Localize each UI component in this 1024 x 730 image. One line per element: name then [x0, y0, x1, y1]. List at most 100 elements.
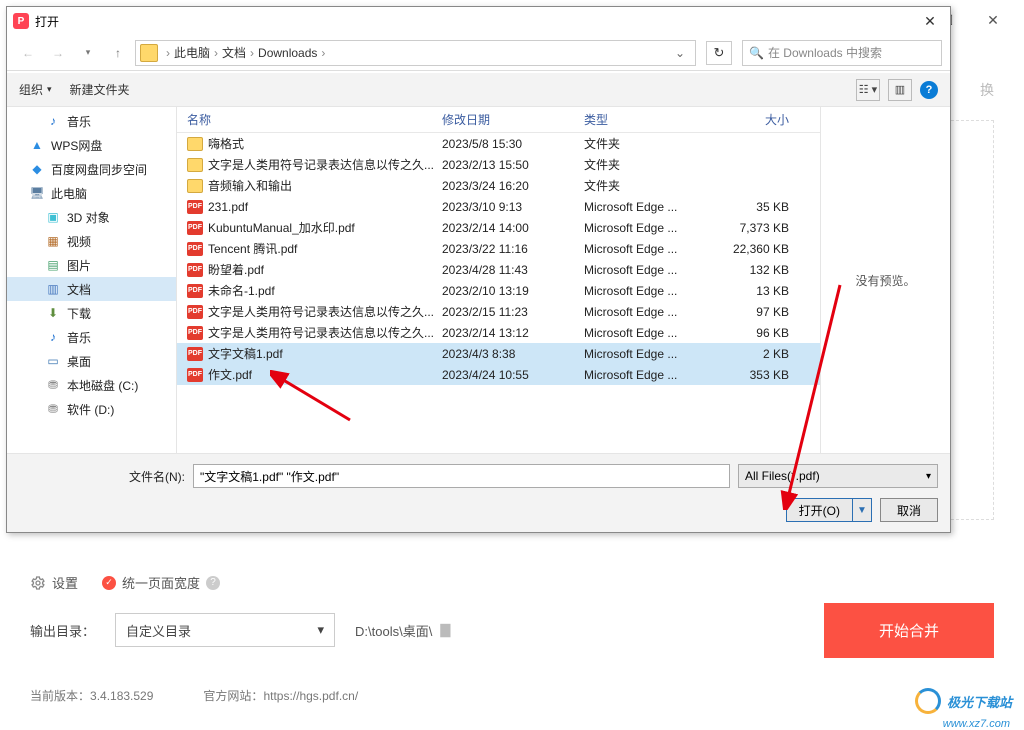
pdf-icon: PDF	[187, 221, 203, 235]
folder-icon[interactable]: ▇	[440, 622, 450, 638]
filename-input[interactable]	[193, 464, 730, 488]
view-mode-button[interactable]: ☷ ▾	[856, 79, 880, 101]
bg-status-bar: 当前版本：3.4.183.529 官方网站：https://hgs.pdf.cn…	[30, 687, 994, 704]
output-mode-select[interactable]: 自定义目录 ▾	[115, 613, 335, 647]
file-row[interactable]: PDF未命名-1.pdf2023/2/10 13:19Microsoft Edg…	[177, 280, 820, 301]
file-row[interactable]: 音频输入和输出2023/3/24 16:20文件夹	[177, 175, 820, 196]
organize-button[interactable]: 组织▾	[19, 81, 52, 98]
sidebar-item-3d[interactable]: ▣3D 对象	[7, 205, 176, 229]
dl-icon: ⬇	[45, 305, 61, 321]
open-button[interactable]: 打开(O) ▼	[786, 498, 872, 522]
pdf-icon: PDF	[187, 347, 203, 361]
crumb-downloads[interactable]: Downloads	[258, 46, 317, 60]
dialog-close-button[interactable]: ✕	[916, 10, 944, 32]
filename-label: 文件名(N):	[129, 468, 185, 485]
file-type: Microsoft Edge ...	[584, 221, 729, 235]
sidebar-item-desk[interactable]: ▭桌面	[7, 349, 176, 373]
breadcrumb[interactable]: › 此电脑 › 文档 › Downloads › ⌄	[135, 40, 696, 66]
file-row[interactable]: PDFTencent 腾讯.pdf2023/3/22 11:16Microsof…	[177, 238, 820, 259]
file-date: 2023/3/24 16:20	[442, 179, 584, 193]
chevron-down-icon[interactable]: ▼	[853, 499, 871, 521]
dialog-footer: 文件名(N): All Files(*.pdf)▾ 打开(O) ▼ 取消	[7, 453, 950, 532]
file-row[interactable]: 文字是人类用符号记录表达信息以传之久...2023/2/13 15:50文件夹	[177, 154, 820, 175]
bg-uniform-width-toggle[interactable]: ✓ 统一页面宽度 ?	[102, 573, 220, 592]
output-mode-value: 自定义目录	[126, 621, 191, 640]
baidu-icon: ◆	[29, 161, 45, 177]
search-input[interactable]: 🔍 在 Downloads 中搜索	[742, 40, 942, 66]
pdf-icon: PDF	[187, 242, 203, 256]
col-type[interactable]: 类型	[584, 111, 729, 128]
start-merge-button[interactable]: 开始合并	[824, 603, 994, 658]
pdf-icon: PDF	[187, 305, 203, 319]
cancel-button[interactable]: 取消	[880, 498, 938, 522]
chevron-down-icon[interactable]: ⌄	[669, 46, 691, 60]
file-open-dialog: P 打开 ✕ ← → ▾ ↑ › 此电脑 › 文档 › Downloads › …	[6, 6, 951, 533]
col-size[interactable]: 大小	[729, 111, 809, 128]
file-type-filter[interactable]: All Files(*.pdf)▾	[738, 464, 938, 488]
chevron-down-icon: ▾	[317, 622, 324, 638]
nav-back-button[interactable]: ←	[15, 41, 41, 65]
search-icon: 🔍	[749, 46, 764, 60]
dialog-titlebar: P 打开 ✕	[7, 7, 950, 35]
file-size: 353 KB	[729, 368, 809, 382]
help-icon[interactable]: ?	[206, 576, 220, 590]
bg-settings-button[interactable]: 设置	[30, 573, 78, 592]
sidebar-item-disk[interactable]: ⛃软件 (D:)	[7, 397, 176, 421]
sidebar-item-wps[interactable]: ▲WPS网盘	[7, 133, 176, 157]
bg-close-button[interactable]: ✕	[970, 4, 1016, 36]
file-type: 文件夹	[584, 177, 729, 194]
file-row[interactable]: PDF231.pdf2023/3/10 9:13Microsoft Edge .…	[177, 196, 820, 217]
file-size: 96 KB	[729, 326, 809, 340]
col-name[interactable]: 名称	[187, 111, 442, 128]
file-name: 盼望着.pdf	[208, 261, 264, 278]
bg-right-caret: 换	[980, 80, 994, 100]
sidebar-item-disk[interactable]: ⛃本地磁盘 (C:)	[7, 373, 176, 397]
file-row[interactable]: PDF盼望着.pdf2023/4/28 11:43Microsoft Edge …	[177, 259, 820, 280]
file-type: Microsoft Edge ...	[584, 242, 729, 256]
preview-pane-button[interactable]: ▥	[888, 79, 912, 101]
nav-forward-button[interactable]: →	[45, 41, 71, 65]
sidebar-item-label: 文档	[67, 281, 91, 298]
help-icon[interactable]: ?	[920, 81, 938, 99]
output-path: D:\tools\桌面\ ▇	[355, 621, 804, 640]
chevron-down-icon[interactable]: ▾	[75, 41, 101, 65]
dialog-toolbar: 组织▾ 新建文件夹 ☷ ▾ ▥ ?	[7, 73, 950, 107]
file-type: Microsoft Edge ...	[584, 263, 729, 277]
sidebar-item-video[interactable]: ▦视频	[7, 229, 176, 253]
col-date[interactable]: 修改日期	[442, 111, 584, 128]
sidebar-item-music[interactable]: ♪音乐	[7, 325, 176, 349]
file-row[interactable]: 嗨格式2023/5/8 15:30文件夹	[177, 133, 820, 154]
file-date: 2023/2/15 11:23	[442, 305, 584, 319]
sidebar-item-label: 桌面	[67, 353, 91, 370]
pc-icon: 🖥	[29, 185, 45, 201]
file-date: 2023/4/3 8:38	[442, 347, 584, 361]
bg-uniform-label: 统一页面宽度	[122, 573, 200, 592]
nav-up-button[interactable]: ↑	[105, 41, 131, 65]
dialog-title: 打开	[35, 13, 916, 30]
file-row[interactable]: PDF文字文稿1.pdf2023/4/3 8:38Microsoft Edge …	[177, 343, 820, 364]
folder-icon	[187, 158, 203, 172]
sidebar-item-pc[interactable]: 🖥此电脑	[7, 181, 176, 205]
file-size: 22,360 KB	[729, 242, 809, 256]
pic-icon: ▤	[45, 257, 61, 273]
sidebar: ♪音乐▲WPS网盘◆百度网盘同步空间🖥此电脑▣3D 对象▦视频▤图片▥文档⬇下载…	[7, 107, 177, 453]
sidebar-item-music[interactable]: ♪音乐	[7, 109, 176, 133]
sidebar-item-dl[interactable]: ⬇下载	[7, 301, 176, 325]
file-row[interactable]: PDF作文.pdf2023/4/24 10:55Microsoft Edge .…	[177, 364, 820, 385]
file-name: 文字是人类用符号记录表达信息以传之久...	[208, 303, 434, 320]
file-type: 文件夹	[584, 135, 729, 152]
nav-refresh-button[interactable]: ↻	[706, 41, 732, 65]
crumb-pc[interactable]: 此电脑	[174, 44, 210, 61]
pdf-icon: PDF	[187, 263, 203, 277]
sidebar-item-pic[interactable]: ▤图片	[7, 253, 176, 277]
file-list-header: 名称 修改日期 类型 大小	[177, 107, 820, 133]
new-folder-button[interactable]: 新建文件夹	[70, 81, 130, 98]
file-row[interactable]: PDF文字是人类用符号记录表达信息以传之久...2023/2/15 11:23M…	[177, 301, 820, 322]
file-row[interactable]: PDF文字是人类用符号记录表达信息以传之久...2023/2/14 13:12M…	[177, 322, 820, 343]
crumb-documents[interactable]: 文档	[222, 44, 246, 61]
file-name: Tencent 腾讯.pdf	[208, 240, 297, 257]
sidebar-item-doc[interactable]: ▥文档	[7, 277, 176, 301]
sidebar-item-label: 软件 (D:)	[67, 401, 114, 418]
sidebar-item-baidu[interactable]: ◆百度网盘同步空间	[7, 157, 176, 181]
file-row[interactable]: PDFKubuntuManual_加水印.pdf2023/2/14 14:00M…	[177, 217, 820, 238]
